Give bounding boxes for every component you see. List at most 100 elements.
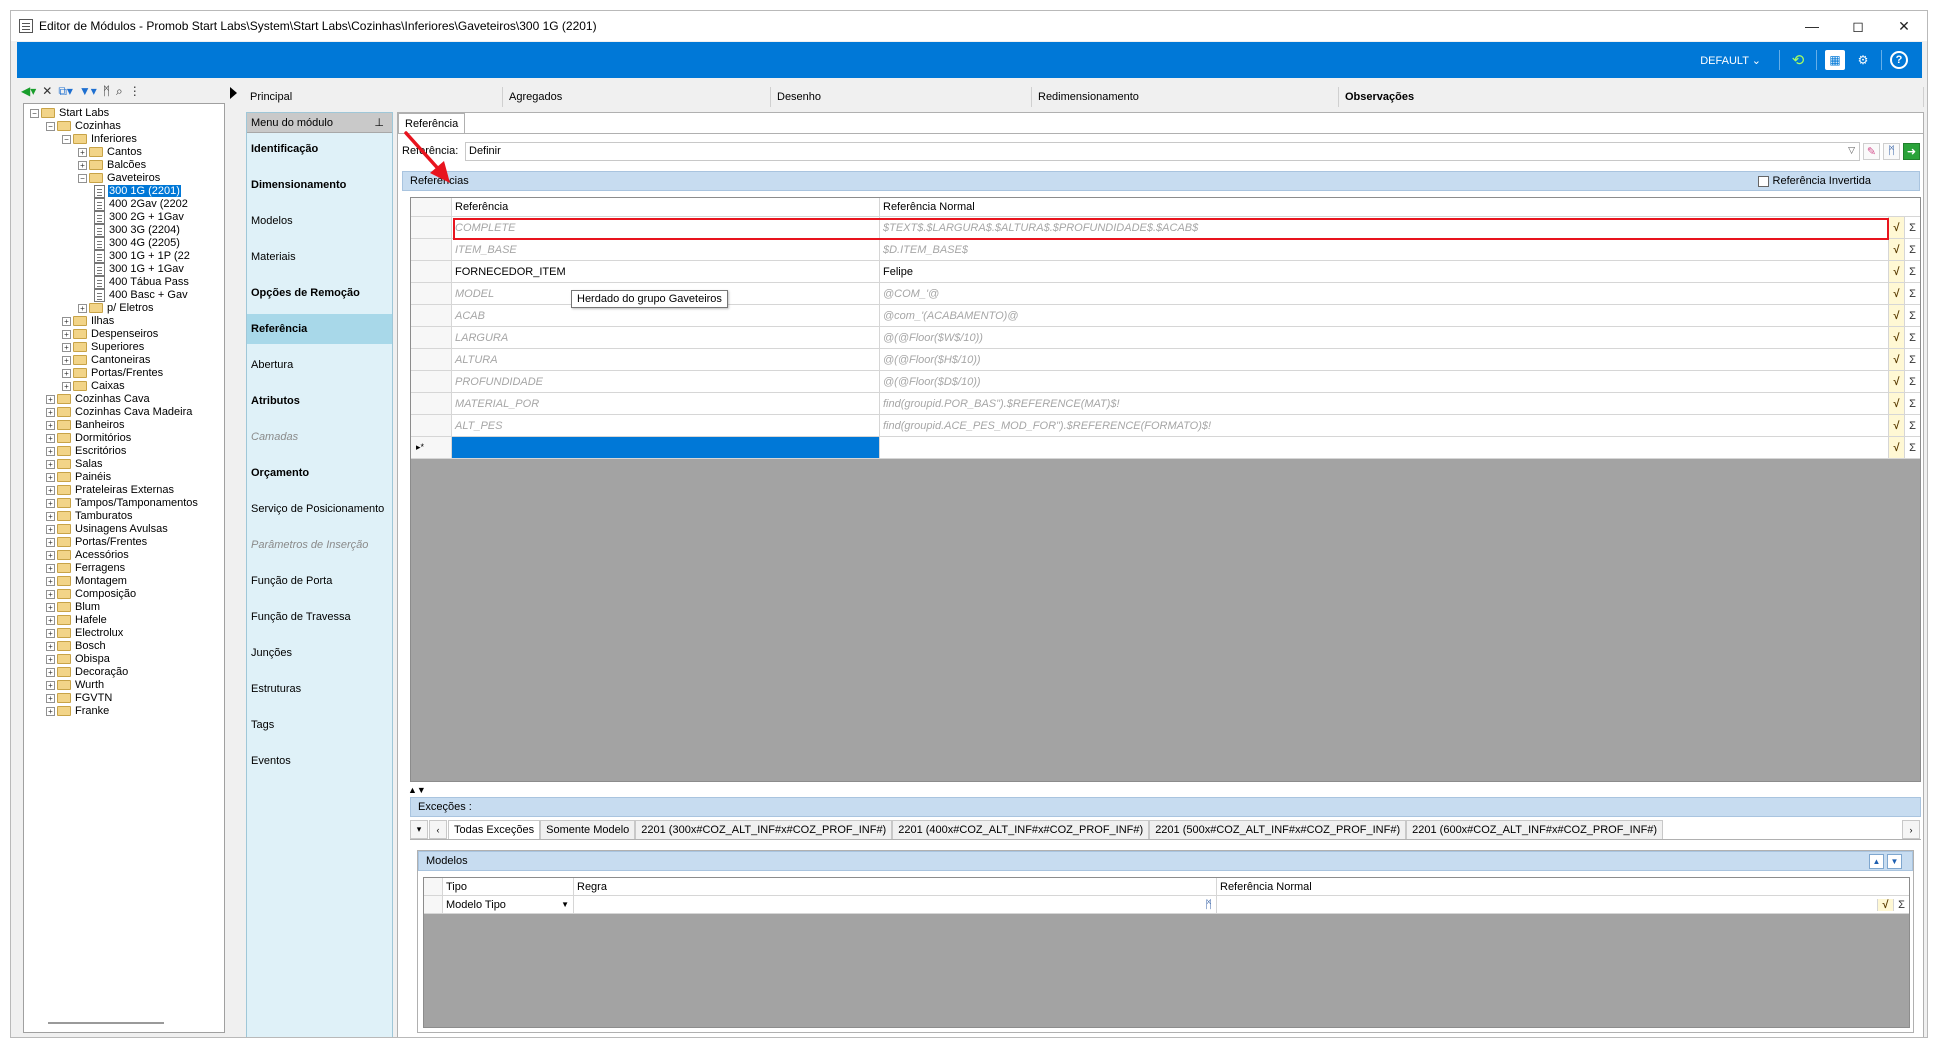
maximize-button[interactable]: ◻ (1835, 11, 1881, 41)
row-selector[interactable] (411, 217, 452, 238)
exception-tab[interactable]: 2201 (500x#COZ_ALT_INF#x#COZ_PROF_INF#) (1149, 820, 1407, 839)
reference-normal-cell[interactable]: $D.ITEM_BASE$ (880, 239, 1888, 260)
row-selector[interactable] (411, 327, 452, 348)
reference-cell[interactable]: ITEM_BASE (452, 239, 880, 260)
expand-icon[interactable]: + (62, 355, 71, 365)
tabs-dropdown-icon[interactable]: ▾ (410, 820, 428, 839)
column-header-regra[interactable]: Regra (574, 878, 1217, 895)
exception-tab[interactable]: 2201 (600x#COZ_ALT_INF#x#COZ_PROF_INF#) (1406, 820, 1664, 839)
row-selector[interactable] (424, 896, 443, 913)
back-icon[interactable]: ◀▾ (21, 84, 36, 98)
reference-cell[interactable]: ALTURA (452, 349, 880, 370)
formula-icon[interactable]: √ (1888, 327, 1904, 348)
reference-normal-cell[interactable]: @COM_'@ (880, 283, 1888, 304)
formula-icon[interactable]: √ (1888, 217, 1904, 238)
sigma-icon[interactable]: Σ (1904, 283, 1920, 304)
column-header-referencia-normal[interactable]: Referência Normal (880, 198, 1888, 216)
tab-agregados[interactable]: Agregados (503, 87, 771, 107)
collapse-icon[interactable]: − (62, 134, 71, 144)
sigma-icon[interactable]: Σ (1904, 437, 1920, 458)
menu-item[interactable]: Junções (247, 638, 392, 668)
menu-item[interactable]: Função de Travessa (247, 602, 392, 632)
binoculars-icon[interactable]: ᛗ (1883, 142, 1900, 160)
column-header-referencia[interactable]: Referência (452, 198, 880, 216)
formula-icon[interactable]: √ (1888, 393, 1904, 414)
menu-item[interactable]: Abertura (247, 350, 392, 380)
expand-icon[interactable]: + (62, 342, 71, 352)
expand-icon[interactable]: + (46, 576, 55, 586)
sigma-icon[interactable]: Σ (1893, 898, 1909, 911)
menu-item[interactable]: Modelos (247, 206, 392, 236)
table-row[interactable]: ITEM_BASE $D.ITEM_BASE$ √ Σ (411, 239, 1920, 261)
menu-item[interactable]: Orçamento (247, 458, 392, 488)
table-row[interactable]: PROFUNDIDADE @(@Floor($D$/10)) √ Σ (411, 371, 1920, 393)
expand-icon[interactable]: + (46, 524, 55, 534)
expand-icon[interactable]: + (46, 563, 55, 573)
move-up-icon[interactable]: ▲ (1869, 854, 1884, 869)
new-row[interactable]: ▸* √ Σ (411, 437, 1920, 459)
collapse-icon[interactable]: − (78, 173, 87, 183)
move-down-icon[interactable]: ▼▾ (79, 84, 97, 98)
tab-redimensionamento[interactable]: Redimensionamento (1032, 87, 1339, 107)
table-row[interactable]: Modelo Tipo ▼ ᛗ √ Σ (424, 896, 1909, 914)
expand-icon[interactable]: + (46, 485, 55, 495)
expand-icon[interactable]: + (46, 680, 55, 690)
formula-icon[interactable]: √ (1888, 261, 1904, 282)
expand-icon[interactable]: + (46, 433, 55, 443)
exception-tab[interactable]: Somente Modelo (540, 820, 636, 839)
collapse-icon[interactable]: − (46, 121, 55, 131)
table-row[interactable]: ALTURA @(@Floor($H$/10)) √ Σ (411, 349, 1920, 371)
new-reference-cell[interactable] (452, 437, 880, 458)
menu-item[interactable]: Dimensionamento (247, 170, 392, 200)
settings-icon[interactable]: ⚙ (1853, 50, 1873, 70)
row-selector[interactable] (411, 393, 452, 414)
tabs-scroll-right-icon[interactable]: › (1902, 820, 1920, 839)
exception-tab[interactable]: 2201 (300x#COZ_ALT_INF#x#COZ_PROF_INF#) (635, 820, 893, 839)
menu-item[interactable]: Atributos (247, 386, 392, 416)
expand-icon[interactable]: + (46, 394, 55, 404)
reference-combo[interactable]: Definir ▽ (465, 141, 1860, 161)
reference-cell[interactable]: COMPLETE (452, 217, 880, 238)
reference-cell[interactable]: ALT_PES (452, 415, 880, 436)
inverted-reference-option[interactable]: Referência Invertida (1757, 175, 1871, 187)
menu-item[interactable]: Tags (247, 710, 392, 740)
formula-icon[interactable]: √ (1888, 349, 1904, 370)
expand-icon[interactable]: + (62, 381, 71, 391)
export-icon[interactable]: ➜ (1903, 142, 1920, 160)
sigma-icon[interactable]: Σ (1904, 327, 1920, 348)
menu-item[interactable]: Função de Porta (247, 566, 392, 596)
row-selector[interactable] (411, 349, 452, 370)
menu-item[interactable]: Estruturas (247, 674, 392, 704)
expand-icon[interactable]: + (46, 511, 55, 521)
reference-normal-cell[interactable]: @(@Floor($W$/10)) (880, 327, 1888, 348)
catalog-icon[interactable]: ▦ (1825, 50, 1845, 70)
row-selector[interactable] (411, 239, 452, 260)
reference-cell[interactable]: FORNECEDOR_ITEM (452, 261, 880, 282)
formula-icon[interactable]: √ (1888, 283, 1904, 304)
new-reference-normal-cell[interactable] (880, 437, 1888, 458)
formula-icon[interactable]: √ (1888, 415, 1904, 436)
table-row[interactable]: FORNECEDOR_ITEM Felipe √ Σ (411, 261, 1920, 283)
expand-icon[interactable]: + (46, 472, 55, 482)
reference-normal-cell[interactable]: @(@Floor($D$/10)) (880, 371, 1888, 392)
folder-search-icon[interactable]: ⌕ (116, 84, 123, 99)
expand-icon[interactable]: + (46, 498, 55, 508)
refresh-icon[interactable]: ⟲ (1788, 50, 1808, 70)
pin-icon[interactable]: ⊥ (374, 116, 384, 129)
expand-icon[interactable]: + (46, 550, 55, 560)
menu-item[interactable]: Materiais (247, 242, 392, 272)
reference-cell[interactable]: ACAB (452, 305, 880, 326)
row-selector[interactable] (411, 305, 452, 326)
delete-icon[interactable]: ✕ (42, 84, 52, 98)
expand-icon[interactable]: + (46, 446, 55, 456)
chevron-down-icon[interactable]: ▼ (561, 900, 569, 909)
formula-icon[interactable]: √ (1888, 305, 1904, 326)
sigma-icon[interactable]: Σ (1904, 393, 1920, 414)
tipo-cell[interactable]: Modelo Tipo ▼ (443, 896, 574, 913)
column-header-tipo[interactable]: Tipo (443, 878, 574, 895)
collapse-icon[interactable]: − (30, 108, 39, 118)
reference-normal-cell[interactable]: Felipe (880, 261, 1888, 282)
splitter-arrows[interactable]: ▲▼ (408, 785, 426, 795)
binoculars-icon[interactable]: ᛗ (1205, 899, 1212, 911)
tabs-scroll-left-icon[interactable]: ‹ (429, 820, 447, 839)
